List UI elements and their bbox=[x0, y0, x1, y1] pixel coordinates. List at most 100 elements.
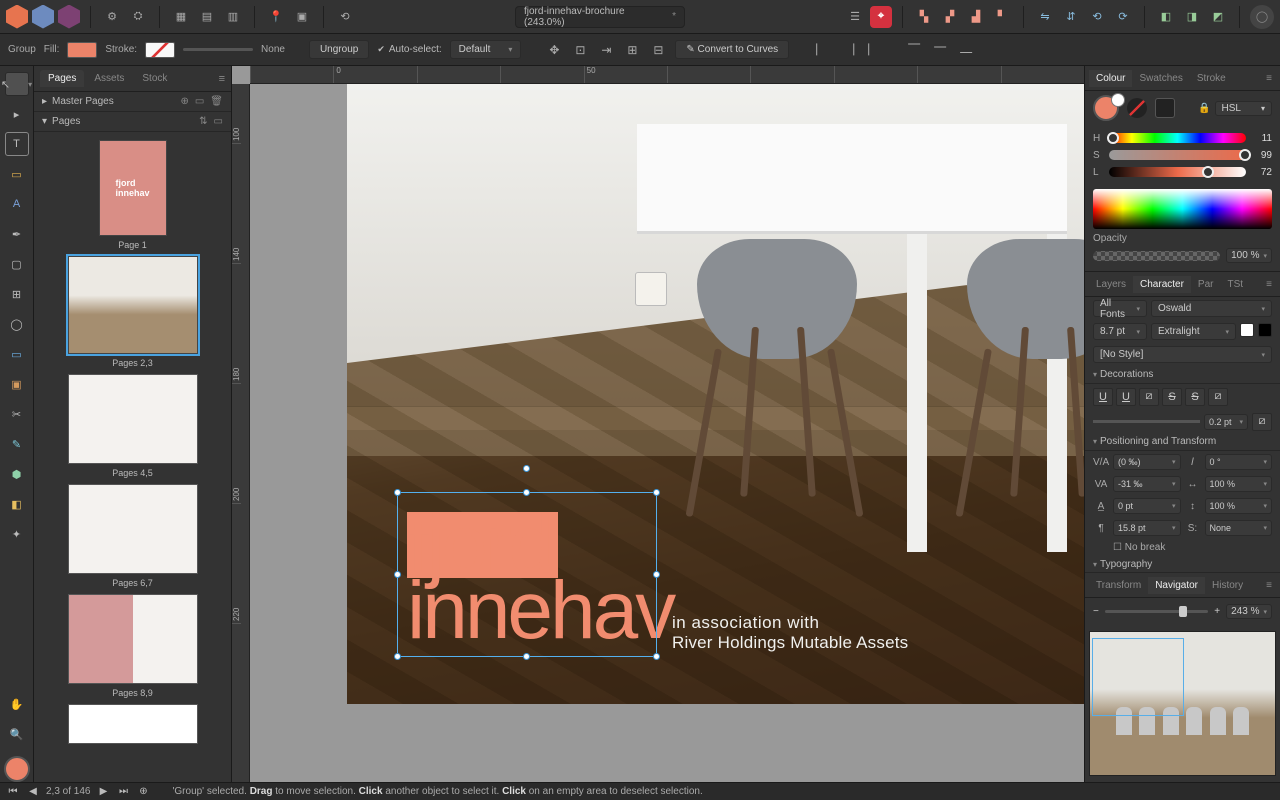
prev-page-button[interactable]: ◀ bbox=[26, 786, 40, 797]
eyedropper-icon[interactable] bbox=[1155, 98, 1175, 118]
color-well[interactable] bbox=[4, 756, 30, 782]
hide-selection-icon[interactable]: ⊟ bbox=[649, 41, 667, 59]
app-designer-icon[interactable] bbox=[32, 6, 54, 28]
text-style-select[interactable]: [No Style] bbox=[1093, 346, 1272, 363]
decorations-header[interactable]: Decorations bbox=[1085, 366, 1280, 383]
bg-color-icon[interactable] bbox=[1240, 323, 1254, 337]
last-page-button[interactable]: ⏭ bbox=[116, 786, 130, 797]
place-image-tool[interactable]: ▣ bbox=[5, 372, 29, 396]
frame-text-tool[interactable]: ▭ bbox=[5, 162, 29, 186]
nav-panel-menu-icon[interactable]: ≡ bbox=[1262, 580, 1276, 591]
fontset-select[interactable]: All Fonts bbox=[1093, 300, 1147, 317]
zoom-in-button[interactable]: + bbox=[1214, 606, 1220, 617]
positioning-header[interactable]: Positioning and Transform bbox=[1085, 434, 1280, 451]
next-page-button[interactable]: ▶ bbox=[96, 786, 110, 797]
resize-handle[interactable] bbox=[394, 571, 401, 578]
underline-icon[interactable]: U bbox=[1093, 388, 1113, 406]
navigator-preview[interactable] bbox=[1089, 631, 1276, 776]
order-back-icon[interactable]: ◩ bbox=[1207, 6, 1229, 28]
lightness-slider[interactable] bbox=[1109, 167, 1246, 177]
tracking-field[interactable]: -31 ‰ bbox=[1113, 476, 1181, 492]
font-family-select[interactable]: Oswald bbox=[1151, 300, 1272, 317]
tab-stock[interactable]: Stock bbox=[134, 70, 175, 87]
underline-color-icon[interactable]: ⧄ bbox=[1139, 388, 1159, 406]
transparency-tool[interactable]: ◧ bbox=[5, 492, 29, 516]
page-thumb-4-5[interactable]: Pages 4,5 bbox=[68, 374, 198, 478]
stroke-swatch[interactable] bbox=[145, 42, 175, 58]
double-underline-icon[interactable]: U bbox=[1116, 388, 1136, 406]
pen-tool[interactable]: ✒ bbox=[5, 222, 29, 246]
move-tool[interactable]: ↖ bbox=[5, 72, 29, 96]
nobreak-checkbox[interactable]: ☐ No break bbox=[1113, 542, 1165, 553]
account-icon[interactable]: ◯ bbox=[1250, 5, 1274, 29]
flip-h-icon[interactable]: ⇋ bbox=[1034, 6, 1056, 28]
spectrum-picker[interactable] bbox=[1093, 189, 1272, 229]
decoration-color-icon[interactable]: ⧄ bbox=[1252, 413, 1272, 431]
align-top-icon[interactable]: ▘ bbox=[991, 6, 1013, 28]
panel-menu-icon[interactable]: ≡ bbox=[219, 73, 225, 85]
align-l-icon[interactable]: ⎸ bbox=[813, 41, 831, 59]
page-thumb-1[interactable]: fjordinnehavPage 1 bbox=[68, 140, 198, 250]
fill-swatch[interactable] bbox=[67, 42, 97, 58]
flip-v-icon[interactable]: ⇵ bbox=[1060, 6, 1082, 28]
hand-tool[interactable]: ✋ bbox=[5, 692, 29, 716]
tab-navigator[interactable]: Navigator bbox=[1148, 577, 1205, 594]
decoration-slider[interactable] bbox=[1093, 420, 1200, 423]
zoom-out-button[interactable]: − bbox=[1093, 606, 1099, 617]
page-thumb-2-3[interactable]: Pages 2,3 bbox=[68, 256, 198, 368]
color-picker-tool[interactable]: ✦ bbox=[5, 522, 29, 546]
text-panel-menu-icon[interactable]: ≡ bbox=[1262, 279, 1276, 290]
align-m-icon[interactable]: ⎻ bbox=[931, 41, 949, 59]
align-t-icon[interactable]: ⎺ bbox=[905, 41, 923, 59]
move-icon[interactable]: ✥ bbox=[545, 41, 563, 59]
language-field[interactable]: None bbox=[1205, 520, 1273, 536]
double-strike-icon[interactable]: S bbox=[1185, 388, 1205, 406]
text-tool[interactable]: T bbox=[5, 132, 29, 156]
resize-handle[interactable] bbox=[523, 653, 530, 660]
document-setup-icon[interactable]: ⛭ bbox=[127, 6, 149, 28]
first-page-button[interactable]: ⏮ bbox=[6, 786, 20, 797]
order-forward-icon[interactable]: ◨ bbox=[1181, 6, 1203, 28]
zoom-field[interactable]: 243 % bbox=[1226, 604, 1272, 619]
preflight-icon[interactable]: ▦ bbox=[170, 6, 192, 28]
tab-stroke[interactable]: Stroke bbox=[1190, 70, 1233, 87]
show-alignment-icon[interactable]: ⇥ bbox=[597, 41, 615, 59]
navigator-viewport[interactable] bbox=[1092, 638, 1184, 716]
app-publisher-icon[interactable] bbox=[6, 6, 28, 28]
ungroup-button[interactable]: Ungroup bbox=[309, 40, 369, 59]
app-photo-icon[interactable] bbox=[58, 6, 80, 28]
selection-bounds[interactable] bbox=[397, 492, 657, 657]
vscale-field[interactable]: 100 % bbox=[1205, 498, 1273, 514]
resize-handle[interactable] bbox=[653, 571, 660, 578]
rotate-handle[interactable] bbox=[523, 465, 530, 472]
snapping-toggle[interactable]: ⌖ bbox=[870, 6, 892, 28]
autoselect-mode-select[interactable]: Default bbox=[450, 40, 522, 59]
decoration-size-field[interactable]: 0.2 pt bbox=[1204, 414, 1248, 430]
leading-field[interactable]: 15.8 pt bbox=[1113, 520, 1181, 536]
kerning-field[interactable]: (0 ‰) bbox=[1113, 454, 1181, 470]
shear-field[interactable]: 0 ° bbox=[1205, 454, 1273, 470]
pages-header-row[interactable]: ▾Pages ⇅▭ bbox=[34, 112, 231, 132]
fields-icon[interactable]: ▥ bbox=[222, 6, 244, 28]
fill-color-preview[interactable] bbox=[1093, 95, 1119, 121]
convert-curves-button[interactable]: ✎ Convert to Curves bbox=[675, 40, 789, 59]
saturation-slider[interactable] bbox=[1109, 150, 1246, 160]
tab-transform[interactable]: Transform bbox=[1089, 577, 1148, 594]
document-tab[interactable]: fjord-innehav-brochure (243.0%) * bbox=[515, 6, 685, 28]
align-b-icon[interactable]: ⎼ bbox=[957, 41, 975, 59]
align-right-icon[interactable]: ▟ bbox=[965, 6, 987, 28]
add-master-icon[interactable]: ⊕ bbox=[180, 96, 188, 107]
link-icon[interactable]: ⟲ bbox=[334, 6, 356, 28]
tab-assets[interactable]: Assets bbox=[86, 70, 132, 87]
picture-frame-tool[interactable]: ▭ bbox=[5, 342, 29, 366]
rotate-cw-icon[interactable]: ⟳ bbox=[1112, 6, 1134, 28]
baseline-field[interactable]: 0 pt bbox=[1113, 498, 1181, 514]
hscale-field[interactable]: 100 % bbox=[1205, 476, 1273, 492]
master-pages-row[interactable]: ▸Master Pages ⊕▭🗑 bbox=[34, 92, 231, 112]
find-master-icon[interactable]: ▭ bbox=[195, 96, 204, 107]
ellipse-tool[interactable]: ◯ bbox=[5, 312, 29, 336]
preflight-status-icon[interactable]: ⊕ bbox=[136, 786, 150, 797]
hue-slider[interactable] bbox=[1109, 133, 1246, 143]
tab-character[interactable]: Character bbox=[1133, 276, 1191, 293]
resize-handle[interactable] bbox=[394, 653, 401, 660]
